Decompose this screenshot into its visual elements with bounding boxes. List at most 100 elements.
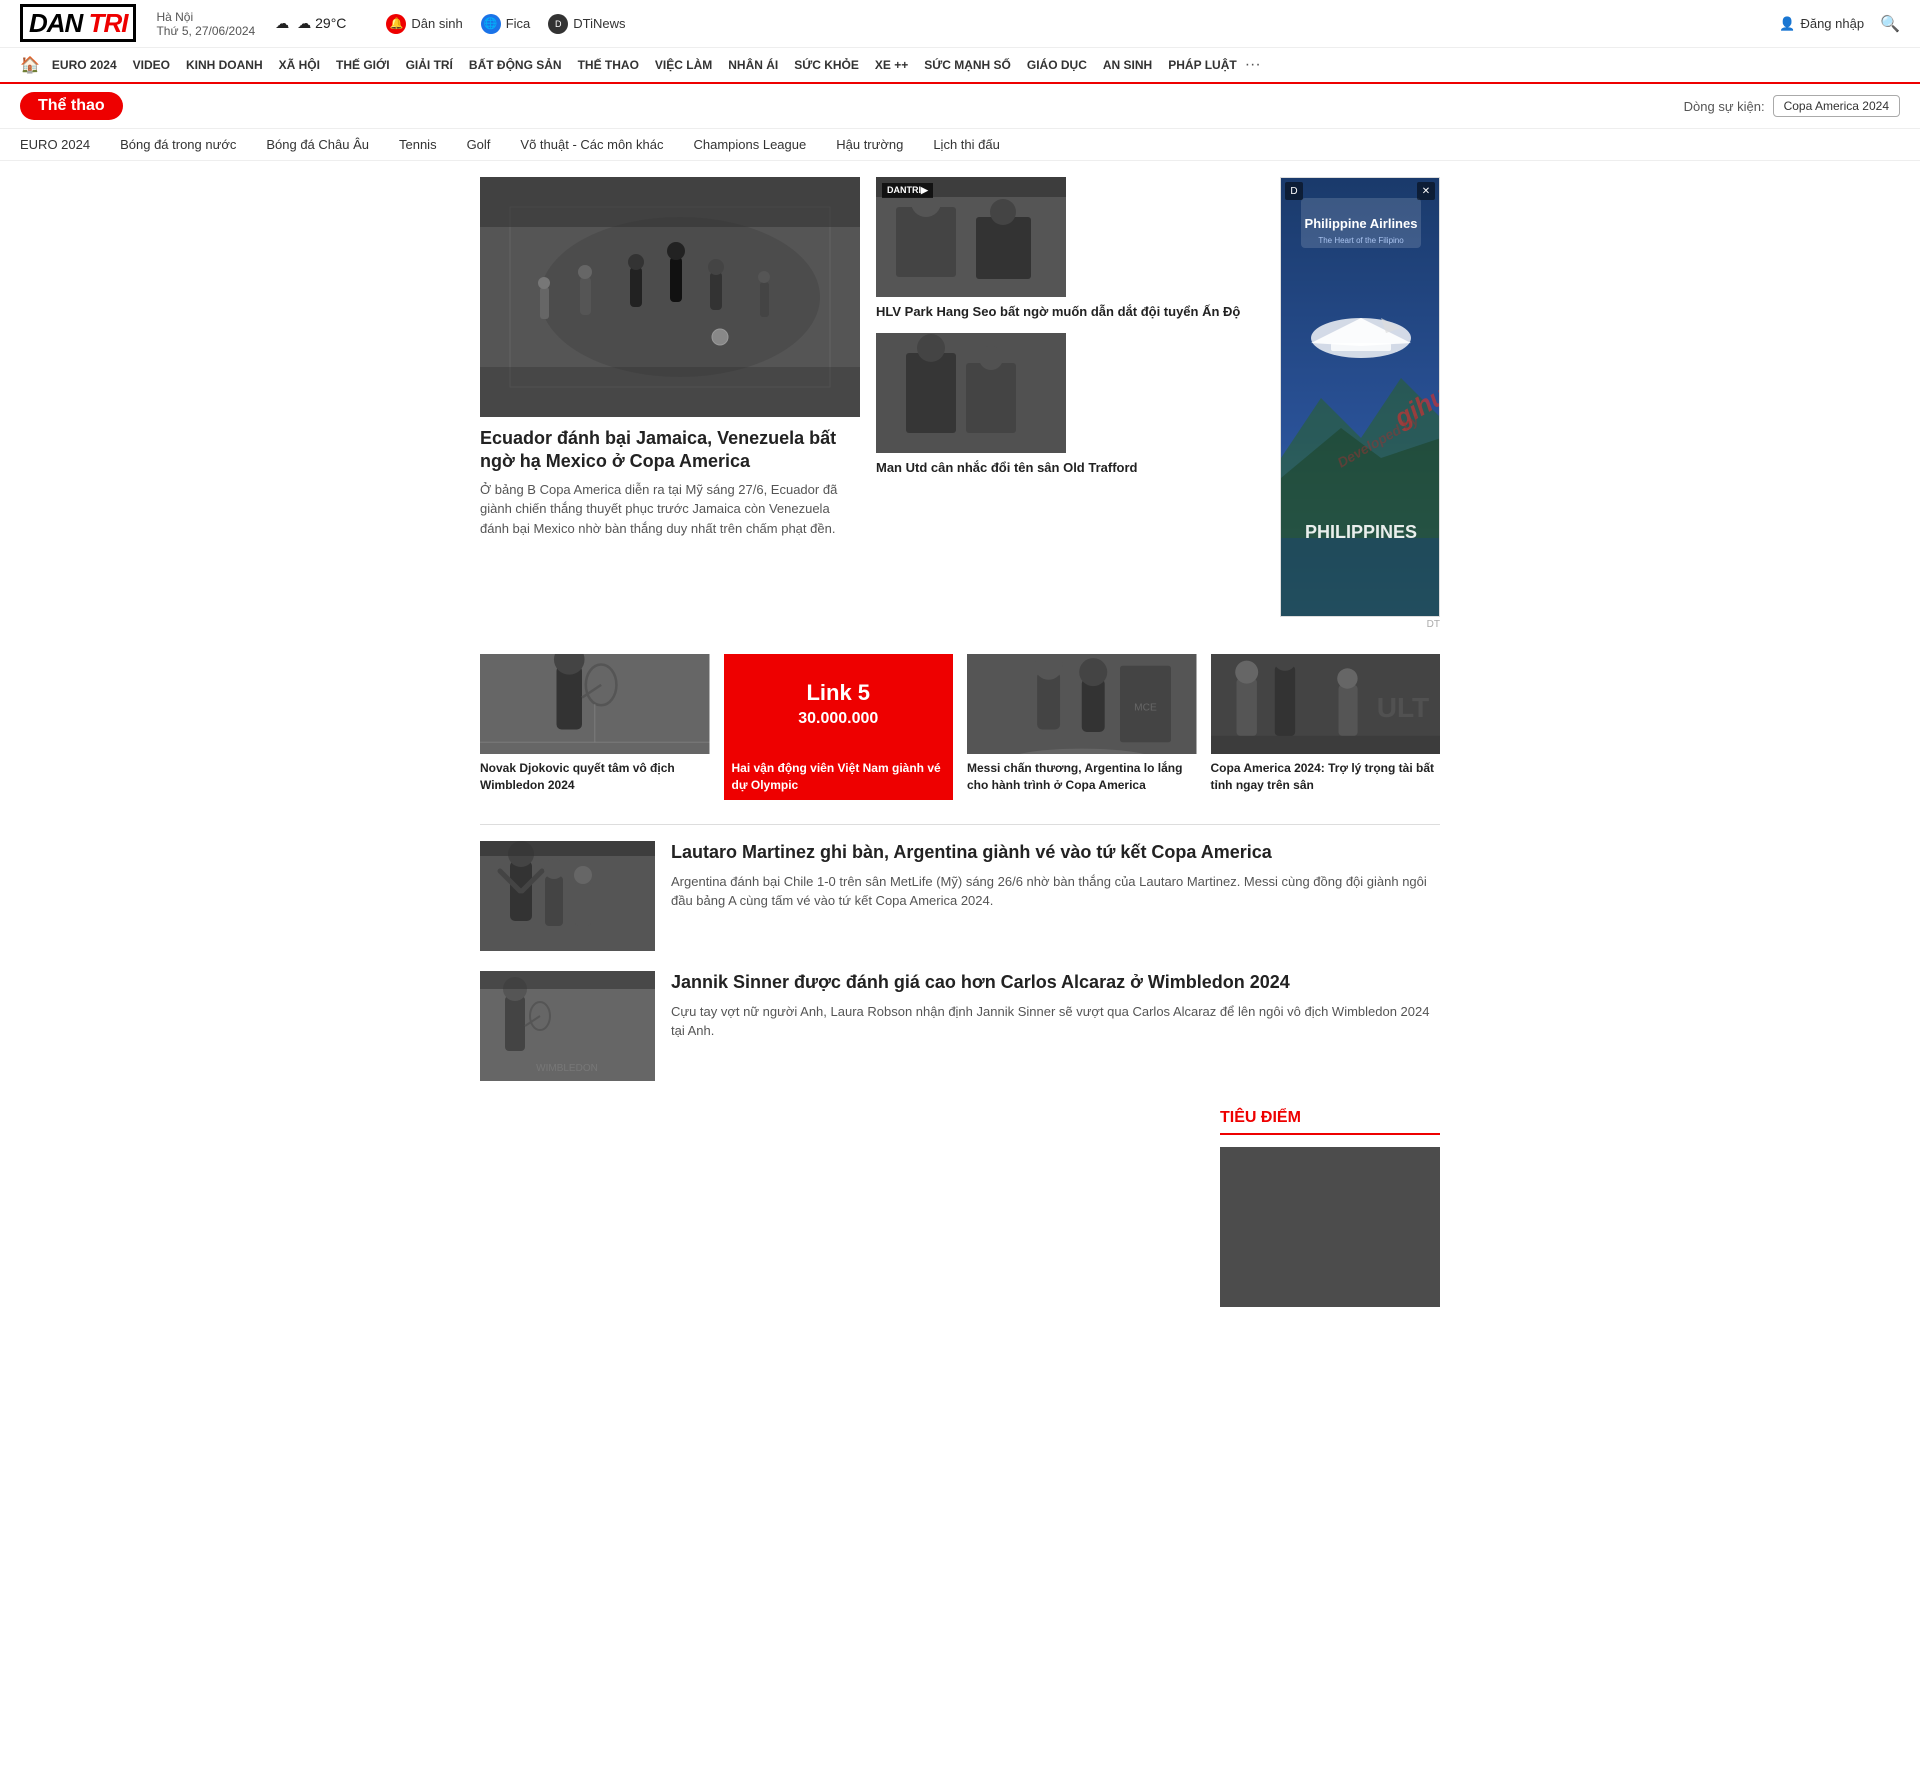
fica-icon: 🌐 <box>481 14 501 34</box>
tieu-diem-image[interactable] <box>1220 1147 1440 1307</box>
sinner-title[interactable]: Jannik Sinner được đánh giá cao hơn Carl… <box>671 971 1440 994</box>
nav-suc-khoe[interactable]: SỨC KHỎE <box>786 54 867 76</box>
side-articles: DANTRI▶ HLV Park Hang Seo bất ngờ muốn d… <box>876 177 1264 630</box>
svg-text:PHILIPPINES: PHILIPPINES <box>1305 522 1417 542</box>
subnav-golf[interactable]: Golf <box>467 137 491 152</box>
link5-image-wrap[interactable]: Link 5 30.000.000 <box>724 654 954 754</box>
nav-giao-duc[interactable]: GIÁO DỤC <box>1019 54 1095 76</box>
lautaro-image[interactable] <box>480 841 655 951</box>
nav-xe[interactable]: XE ++ <box>867 54 916 76</box>
login-label: Đăng nhập <box>1800 16 1864 31</box>
nav-video[interactable]: VIDEO <box>125 54 178 76</box>
copa-title[interactable]: Copa America 2024: Trợ lý trọng tài bất … <box>1211 760 1441 794</box>
nav-viec-lam[interactable]: VIỆC LÀM <box>647 54 720 76</box>
trending-tag[interactable]: Copa America 2024 <box>1773 95 1900 117</box>
dtinews-label: DTiNews <box>573 16 625 31</box>
main-article-image <box>480 177 860 417</box>
side-article-1: DANTRI▶ HLV Park Hang Seo bất ngờ muốn d… <box>876 177 1264 321</box>
nav-xa-hoi[interactable]: XÃ HỘI <box>271 54 328 76</box>
site-logo[interactable]: DAN TRI <box>20 8 136 39</box>
more-nav-icon[interactable]: ··· <box>1245 56 1261 74</box>
link-text: Link 5 <box>806 680 870 706</box>
lautaro-title[interactable]: Lautaro Martinez ghi bàn, Argentina giàn… <box>671 841 1440 864</box>
small-article-link5: Link 5 30.000.000 Hai vận động viên Việt… <box>724 654 954 800</box>
main-article: Ecuador đánh bại Jamaica, Venezuela bất … <box>480 177 860 630</box>
djokovic-title[interactable]: Novak Djokovic quyết tâm vô địch Wimbled… <box>480 760 710 794</box>
svg-text:The Heart of the Filipino: The Heart of the Filipino <box>1318 236 1404 245</box>
weather-row: ☁ ☁ 29°C <box>275 15 346 32</box>
nav-nhan-ai[interactable]: NHÂN ÁI <box>720 54 786 76</box>
city-label: Hà Nội <box>156 10 255 24</box>
djokovic-image-wrap[interactable] <box>480 654 710 754</box>
side-article-1-title[interactable]: HLV Park Hang Seo bất ngờ muốn dẫn dắt đ… <box>876 303 1264 321</box>
main-article-image-wrap[interactable] <box>480 177 860 417</box>
dan-sinh-link[interactable]: 🔔 Dân sinh <box>386 14 462 34</box>
nav-euro2024[interactable]: EURO 2024 <box>44 54 125 76</box>
link-amount: 30.000.000 <box>798 710 878 728</box>
small-article-djokovic: Novak Djokovic quyết tâm vô địch Wimbled… <box>480 654 710 800</box>
side-article-2: Man Utd cân nhắc đổi tên sân Old Traffor… <box>876 333 1264 477</box>
side-article-2-title[interactable]: Man Utd cân nhắc đổi tên sân Old Traffor… <box>876 459 1264 477</box>
lautaro-summary: Argentina đánh bại Chile 1-0 trên sân Me… <box>671 872 1440 911</box>
dan-sinh-label: Dân sinh <box>411 16 462 31</box>
temperature: ☁ 29°C <box>297 15 346 32</box>
messi-image-wrap[interactable]: MCE <box>967 654 1197 754</box>
ad-options-button[interactable]: D <box>1285 182 1303 200</box>
section-header: Thể thao Dòng sự kiện: Copa America 2024 <box>0 84 1920 129</box>
lautaro-article-text: Lautaro Martinez ghi bàn, Argentina giàn… <box>671 841 1440 911</box>
logo-dan: DAN <box>29 8 82 38</box>
ad-box: ✕ D Philippine Airlines <box>1280 177 1440 617</box>
ad-close-button[interactable]: ✕ <box>1417 182 1435 200</box>
ad-column: ✕ D Philippine Airlines <box>1280 177 1440 630</box>
side-article-1-image-wrap[interactable]: DANTRI▶ <box>876 177 1066 297</box>
subnav-bongda-trongnuoc[interactable]: Bóng đá trong nước <box>120 137 236 152</box>
user-icon: 👤 <box>1779 16 1795 32</box>
subnav-champions-league[interactable]: Champions League <box>693 137 806 152</box>
nav-suc-manh-so[interactable]: SỨC MẠNH SỐ <box>916 54 1019 76</box>
link5-title[interactable]: Hai vận động viên Việt Nam giành vé dự O… <box>724 754 954 800</box>
dtinews-link[interactable]: D DTiNews <box>548 14 625 34</box>
nav-the-gioi[interactable]: THẾ GIỚI <box>328 54 398 76</box>
search-icon: 🔍 <box>1880 16 1900 33</box>
sinner-image[interactable]: WIMBLEDON <box>480 971 655 1081</box>
bottom-section: TIÊU ĐIỂM <box>480 1101 1440 1307</box>
subnav-bongda-chauau[interactable]: Bóng đá Châu Âu <box>266 137 369 152</box>
ad-label: DT <box>1280 619 1440 630</box>
main-article-summary: Ở bảng B Copa America diễn ra tại Mỹ sán… <box>480 480 860 539</box>
main-bottom-content <box>480 1101 1200 1307</box>
nav-the-thao[interactable]: THẾ THAO <box>570 54 647 76</box>
small-article-copa: ULT Copa America 2024: Trợ lý trọng tài … <box>1211 654 1441 800</box>
top-right: 👤 Đăng nhập 🔍 <box>1779 14 1900 34</box>
nav-phap-luat[interactable]: PHÁP LUẬT <box>1160 54 1244 76</box>
main-article-title[interactable]: Ecuador đánh bại Jamaica, Venezuela bất … <box>480 427 860 474</box>
tieu-diem-section: TIÊU ĐIỂM <box>1220 1101 1440 1307</box>
dantrib-badge: DANTRI▶ <box>882 183 933 198</box>
fica-link[interactable]: 🌐 Fica <box>481 14 531 34</box>
nav-an-sinh[interactable]: AN SINH <box>1095 54 1160 76</box>
trending-label: Dòng sự kiện: <box>1684 99 1765 114</box>
section-badge: Thể thao <box>20 92 123 120</box>
copa-image-wrap[interactable]: ULT <box>1211 654 1441 754</box>
list-article-sinner: WIMBLEDON Jannik Sinner được đánh giá ca… <box>480 971 1440 1081</box>
login-button[interactable]: 👤 Đăng nhập <box>1779 16 1864 32</box>
svg-text:Philippine Airlines: Philippine Airlines <box>1305 216 1418 231</box>
side-article-2-image-wrap[interactable] <box>876 333 1066 453</box>
logo-tri: TRI <box>82 8 127 38</box>
main-nav: 🏠 EURO 2024 VIDEO KINH DOANH XÃ HỘI THẾ … <box>0 48 1920 84</box>
content-divider <box>480 824 1440 825</box>
tieu-diem-title: TIÊU ĐIỂM <box>1220 1109 1440 1135</box>
search-button[interactable]: 🔍 <box>1880 14 1900 34</box>
small-article-messi: MCE Messi chấn thương, Argentina lo lắng… <box>967 654 1197 800</box>
home-icon[interactable]: 🏠 <box>20 55 40 75</box>
nav-giai-tri[interactable]: GIẢI TRÍ <box>398 54 461 76</box>
subnav-lich-thi-dau[interactable]: Lịch thi đấu <box>933 137 1000 152</box>
subnav-euro2024[interactable]: EURO 2024 <box>20 137 90 152</box>
messi-title[interactable]: Messi chấn thương, Argentina lo lắng cho… <box>967 760 1197 794</box>
date-label: Thứ 5, 27/06/2024 <box>156 24 255 38</box>
subnav-vo-thuat[interactable]: Võ thuật - Các môn khác <box>520 137 663 152</box>
list-articles: Lautaro Martinez ghi bàn, Argentina giàn… <box>480 841 1440 1081</box>
subnav-hau-truong[interactable]: Hậu trường <box>836 137 903 152</box>
nav-bat-dong-san[interactable]: BẤT ĐỘNG SẢN <box>461 54 570 76</box>
subnav-tennis[interactable]: Tennis <box>399 137 437 152</box>
nav-kinh-doanh[interactable]: KINH DOANH <box>178 54 271 76</box>
